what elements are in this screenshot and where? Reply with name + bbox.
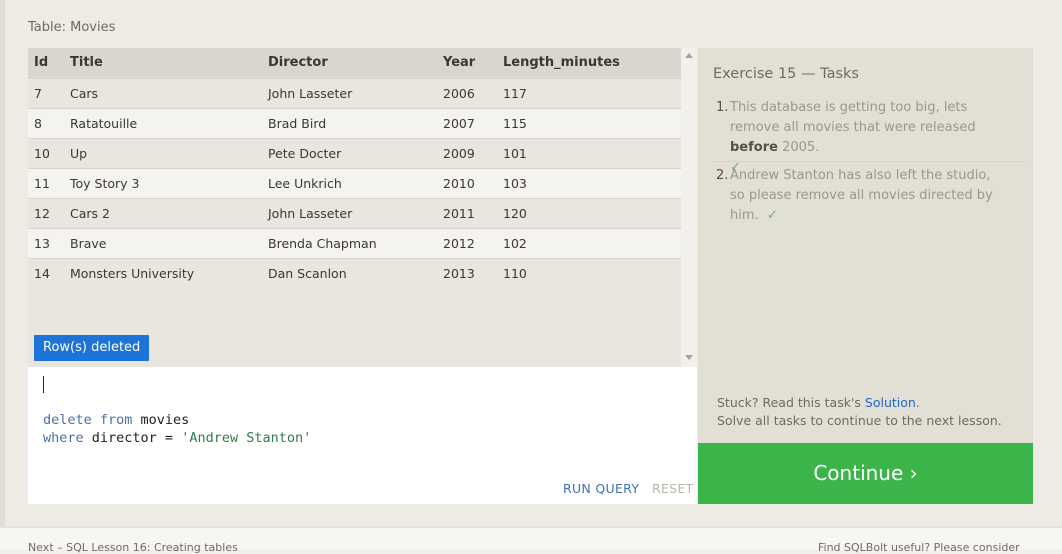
scroll-up-arrow-icon[interactable] <box>685 53 693 58</box>
sql-string: 'Andrew Stanton' <box>181 430 312 446</box>
cell-director: Lee Unkrich <box>268 167 443 198</box>
cell-year: 2009 <box>443 137 503 168</box>
cell-year: 2006 <box>443 77 503 108</box>
cell-length: 120 <box>503 197 681 228</box>
table-caption: Table: Movies <box>28 20 116 35</box>
cell-director: John Lasseter <box>268 197 443 228</box>
scroll-down-arrow-icon[interactable] <box>685 355 693 360</box>
cell-director: Pete Docter <box>268 137 443 168</box>
results-table: Id Title Director Year Length_minutes 7 … <box>28 48 681 288</box>
results-table-area: Id Title Director Year Length_minutes 7 … <box>28 48 681 367</box>
sql-keyword: delete from <box>43 412 133 428</box>
cell-title: Cars 2 <box>70 197 268 228</box>
reset-button[interactable]: RESET <box>652 481 694 496</box>
checkmark-icon: ✓ <box>766 208 778 223</box>
cell-year: 2007 <box>443 107 503 138</box>
cell-year: 2011 <box>443 197 503 228</box>
status-badge: Row(s) deleted <box>34 335 150 361</box>
code-line-1: delete from movies <box>43 412 189 428</box>
cell-director: John Lasseter <box>268 77 443 108</box>
sql-text: movies <box>132 412 190 428</box>
cell-length: 110 <box>503 257 681 288</box>
column-header-year: Year <box>443 55 476 71</box>
cell-title: Up <box>70 137 268 168</box>
cell-year: 2013 <box>443 257 503 288</box>
help-text: Stuck? Read this task's Solution. Solve … <box>717 395 1002 428</box>
tasks-panel: Exercise 15 — Tasks 1. This database is … <box>698 48 1033 443</box>
cell-id: 10 <box>28 137 70 168</box>
table-row: 11 Toy Story 3 Lee Unkrich 2010 103 <box>28 167 681 198</box>
cell-length: 117 <box>503 77 681 108</box>
tasks-title: Exercise 15 — Tasks <box>713 66 859 82</box>
sql-editor[interactable]: delete from movies where director = 'And… <box>28 367 697 504</box>
cell-length: 115 <box>503 107 681 138</box>
table-row: 14 Monsters University Dan Scanlon 2013 … <box>28 257 681 288</box>
table-row: 7 Cars John Lasseter 2006 117 <box>28 77 681 108</box>
cell-id: 7 <box>28 77 70 108</box>
cell-director: Brenda Chapman <box>268 227 443 258</box>
cell-director: Brad Bird <box>268 107 443 138</box>
table-row: 13 Brave Brenda Chapman 2012 102 <box>28 227 681 258</box>
column-header-director: Director <box>268 55 328 71</box>
cell-title: Cars <box>70 77 268 108</box>
cell-length: 101 <box>503 137 681 168</box>
table-scrollbar[interactable] <box>681 48 697 367</box>
run-query-button[interactable]: RUN QUERY <box>563 481 639 496</box>
table-row: 12 Cars 2 John Lasseter 2011 120 <box>28 197 681 228</box>
task-divider <box>714 161 1026 162</box>
table-header-row: Id Title Director Year Length_minutes <box>28 48 681 78</box>
cell-director: Dan Scanlon <box>268 257 443 288</box>
cell-title: Ratatouille <box>70 107 268 138</box>
sql-text: director = <box>83 430 182 446</box>
column-header-title: Title <box>70 55 103 71</box>
sql-keyword: where <box>43 430 84 446</box>
code-line-2: where director = 'Andrew Stanton' <box>43 430 311 446</box>
column-header-id: Id <box>34 55 49 71</box>
cell-length: 103 <box>503 167 681 198</box>
task-item-2: 2. Andrew Stanton has also left the stud… <box>716 166 1006 226</box>
sql-code[interactable]: delete from movies where director = 'And… <box>43 411 311 447</box>
table-row: 8 Ratatouille Brad Bird 2007 115 <box>28 107 681 138</box>
cell-id: 12 <box>28 197 70 228</box>
cell-length: 102 <box>503 227 681 258</box>
cell-id: 13 <box>28 227 70 258</box>
task-text: Andrew Stanton has also left the studio,… <box>730 168 993 223</box>
text-cursor <box>43 376 44 393</box>
task-number: 2. <box>716 168 729 183</box>
task-number: 1. <box>716 100 729 115</box>
cell-title: Monsters University <box>70 257 268 288</box>
continue-button[interactable]: Continue › <box>698 443 1033 504</box>
cell-id: 8 <box>28 107 70 138</box>
table-row: 10 Up Pete Docter 2009 101 <box>28 137 681 168</box>
task-emphasis: before <box>730 140 778 155</box>
column-header-length: Length_minutes <box>503 55 620 71</box>
cell-year: 2012 <box>443 227 503 258</box>
cell-id: 14 <box>28 257 70 288</box>
cell-title: Toy Story 3 <box>70 167 268 198</box>
solution-link[interactable]: Solution <box>865 395 916 410</box>
solve-all-text: Solve all tasks to continue to the next … <box>717 413 1002 428</box>
cell-title: Brave <box>70 227 268 258</box>
cell-year: 2010 <box>443 167 503 198</box>
cell-id: 11 <box>28 167 70 198</box>
